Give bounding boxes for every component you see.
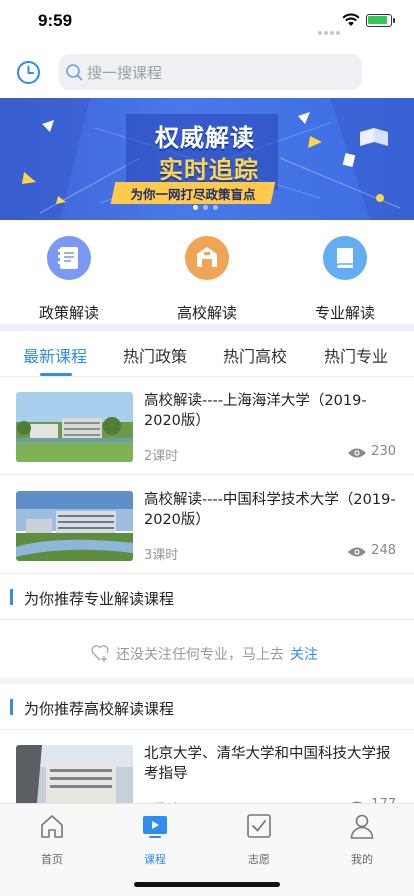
eye-icon [348,448,366,458]
section-divider [0,324,414,331]
course-thumbnail [16,392,133,462]
course-lessons: 2课时 [144,449,179,464]
active-tab-indicator [40,373,72,376]
tab-hot-university[interactable]: 热门高校 [223,343,287,367]
empty-follow-text: 还没关注任何专业，马上去 [116,647,284,663]
status-bar: 9:59 [0,0,414,44]
history-clock-icon[interactable] [16,60,41,85]
view-count: 230 [371,444,396,459]
eye-icon [348,547,366,557]
promo-banner[interactable]: 权威解读 实时追踪 为你一网打尽政策盲点 [0,98,414,220]
nav-label: 首页 [41,853,63,866]
section-header-major: 为你推荐专业解读课程 [0,576,414,620]
search-input[interactable]: 搜一搜课程 [59,54,362,90]
category-policy[interactable]: 政策解读 [14,236,124,322]
nav-volunteer[interactable]: 志愿 [229,812,289,866]
nav-home[interactable]: 首页 [22,812,82,866]
carousel-dot[interactable] [203,205,208,210]
view-count: 248 [371,543,396,558]
course-title: 高校解读----中国科学技术大学（2019-2020版） [144,492,396,528]
nav-label: 我的 [351,853,373,866]
policy-doc-icon [47,236,91,280]
section-divider [0,677,414,684]
follow-link[interactable]: 关注 [290,644,318,664]
tab-hot-policy[interactable]: 热门政策 [123,343,187,367]
nav-profile[interactable]: 我的 [332,812,392,866]
course-item[interactable]: 高校解读----中国科学技术大学（2019-2020版） 3课时 248 [0,476,414,574]
tab-hot-major[interactable]: 热门专业 [324,343,388,367]
nav-course[interactable]: 课程 [125,812,185,866]
search-icon [66,64,83,81]
banner-title-line1: 权威解读 [155,124,255,152]
checklist-icon [247,814,271,838]
banner-title-line2: 实时追踪 [159,156,259,184]
person-icon [350,814,374,839]
heart-plus-icon [91,645,109,662]
category-label: 政策解读 [38,304,99,322]
course-title: 北京大学、清华大学和中国科技大学报考指导 [144,746,391,782]
nav-label: 课程 [144,853,166,866]
course-tv-icon [143,816,167,838]
category-major[interactable]: 专业解读 [290,236,400,322]
wifi-icon [342,13,360,26]
section-header-university: 为你推荐高校解读课程 [0,686,414,730]
university-gate-icon [185,236,229,280]
category-label: 专业解读 [314,304,375,322]
signal-icon [318,20,342,39]
carousel-dot[interactable] [213,205,218,210]
category-label: 高校解读 [176,304,237,322]
section-accent-bar [10,699,13,715]
course-tabs: 最新课程 热门政策 热门高校 热门专业 [0,331,414,377]
status-time: 9:59 [38,11,73,30]
course-lessons: 3课时 [144,548,179,563]
section-title: 为你推荐高校解读课程 [24,700,175,718]
banner-subtitle: 为你一网打尽政策盲点 [130,187,256,202]
section-accent-bar [10,589,13,605]
home-icon [41,815,63,838]
header: 搜一搜课程 [0,44,414,98]
carousel-dot[interactable] [193,205,198,210]
category-row: 政策解读 高校解读 专业解读 [0,220,414,324]
book-icon [323,236,367,280]
course-item[interactable]: 高校解读----上海海洋大学（2019-2020版） 2课时 230 [0,377,414,475]
tab-latest[interactable]: 最新课程 [23,343,87,367]
battery-icon [366,14,395,27]
course-thumbnail [16,491,133,561]
course-title: 高校解读----上海海洋大学（2019-2020版） [144,393,367,429]
category-university[interactable]: 高校解读 [152,236,262,322]
search-placeholder: 搜一搜课程 [87,64,163,82]
nav-label: 志愿 [248,853,270,866]
section-title: 为你推荐专业解读课程 [24,590,175,608]
home-indicator [134,882,280,887]
